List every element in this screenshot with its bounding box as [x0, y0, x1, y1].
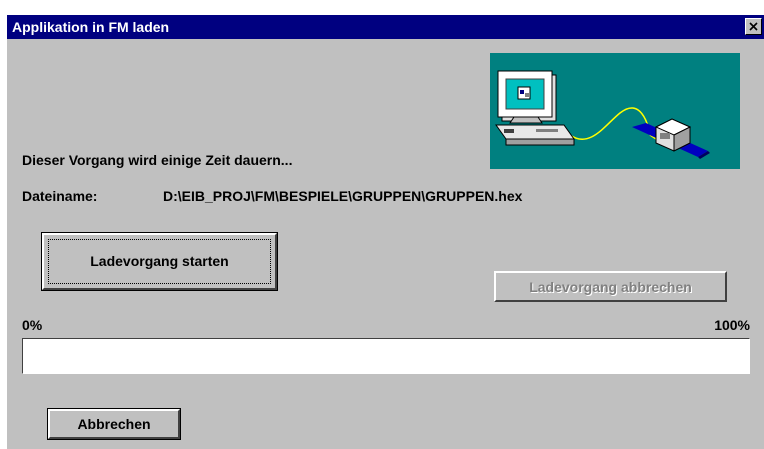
progress-min-label: 0% — [22, 317, 43, 333]
dialog-window: Applikation in FM laden Dieser Vorgang w… — [7, 15, 764, 449]
computer-device-illustration — [490, 53, 740, 169]
abort-loading-label: Ladevorgang abbrechen — [529, 279, 692, 295]
cancel-label: Abbrechen — [77, 416, 151, 432]
filename-label: Dateiname: — [22, 188, 98, 204]
window-title: Applikation in FM laden — [12, 19, 170, 35]
start-loading-label: Ladevorgang starten — [90, 253, 229, 269]
start-loading-button[interactable]: Ladevorgang starten — [41, 232, 278, 291]
abort-loading-button[interactable]: Ladevorgang abbrechen — [494, 271, 727, 302]
progress-max-label: 100% — [714, 317, 750, 333]
close-button[interactable] — [745, 18, 762, 35]
title-bar[interactable]: Applikation in FM laden — [7, 15, 764, 39]
close-icon — [749, 22, 758, 31]
filename-value: D:\EIB_PROJ\FM\BESPIELE\GRUPPEN\GRUPPEN.… — [163, 188, 523, 204]
cancel-button[interactable]: Abbrechen — [47, 408, 181, 440]
progress-bar — [22, 338, 750, 374]
computer-icon — [495, 70, 710, 159]
info-message: Dieser Vorgang wird einige Zeit dauern..… — [22, 152, 293, 168]
